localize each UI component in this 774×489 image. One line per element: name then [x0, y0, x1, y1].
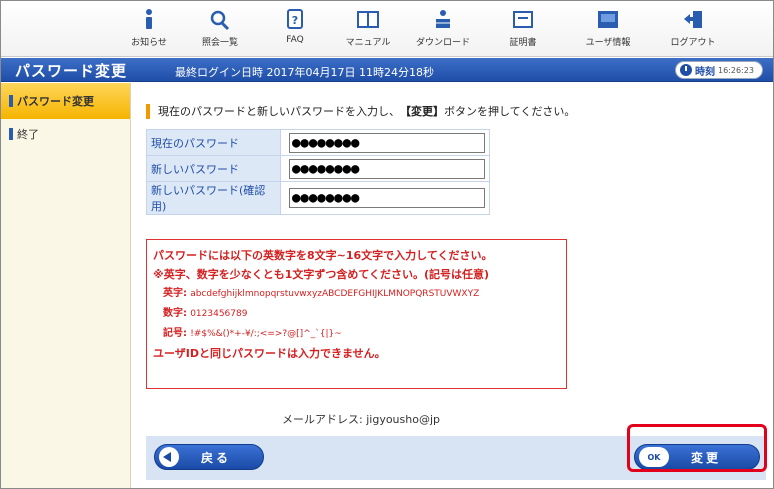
rule-alpha: 英字: abcdefghijklmnopqrstuvwxyzABCDEFGHIJ…: [163, 288, 480, 299]
toolbar-certificate-label: 証明書: [509, 38, 537, 48]
instruction-text: 現在のパスワードと新しいパスワードを入力し、 【変更】 ボタンを押してください。: [146, 103, 726, 119]
toolbar-user-info-button[interactable]: ユーザ情報: [576, 5, 640, 53]
clock-badge: 時刻 16:26:23: [675, 61, 763, 79]
current-password-input[interactable]: ●●●●●●●●: [289, 132, 485, 153]
sidebar-item-label: パスワード変更: [17, 95, 94, 108]
toolbar-manual-button[interactable]: マニュアル: [336, 5, 400, 53]
password-rules-box: パスワードには以下の英数字を8文字~16文字で入力してください。 ※英字、数字を…: [146, 239, 567, 389]
bullet-icon: [9, 95, 13, 107]
clock-label: 時刻: [695, 66, 715, 78]
main-content: 現在のパスワードと新しいパスワードを入力し、 【変更】 ボタンを押してください。…: [132, 83, 773, 488]
info-icon: [146, 9, 152, 29]
form-row-current: 現在のパスワード ●●●●●●●●: [146, 129, 490, 156]
page-title: パスワード変更: [15, 62, 128, 80]
back-arrow-icon: [159, 447, 179, 467]
email-label: メールアドレス:: [282, 413, 363, 426]
user-info-icon: [598, 11, 618, 28]
back-button[interactable]: 戻る: [154, 444, 264, 470]
download-icon: [436, 10, 450, 28]
rule-no-userid: ユーザIDと同じパスワードは入力できません。: [153, 347, 386, 360]
instruction-pre: 現在のパスワードと新しいパスワードを入力し、: [158, 105, 400, 118]
form-row-confirm: 新しいパスワード(確認用) ●●●●●●●●: [146, 181, 490, 215]
clock-time: 16:26:23: [718, 65, 754, 75]
change-icon: OK: [639, 447, 669, 467]
toolbar-certificate-button[interactable]: 証明書: [491, 5, 555, 53]
toolbar-manual-label: マニュアル: [345, 38, 391, 48]
instruction-key: 【変更】: [400, 105, 444, 118]
rule-length: パスワードには以下の英数字を8文字~16文字で入力してください。: [153, 249, 493, 262]
toolbar-notice-button[interactable]: お知らせ: [117, 5, 181, 53]
toolbar-logout-label: ログアウト: [670, 38, 716, 48]
sidebar-item-password-change[interactable]: パスワード変更: [1, 83, 130, 119]
instruction-marker: [146, 103, 150, 119]
faq-icon: ?: [287, 9, 303, 29]
last-login-text: 最終ログイン日時 2017年04月17日 11時24分18秒: [175, 66, 434, 79]
toolbar-faq-button[interactable]: ? FAQ: [263, 5, 327, 53]
rule-symbol: 記号: !#$%&()*+-¥/:;<=>?@[]^_`{|}~: [163, 328, 342, 339]
svg-text:?: ?: [292, 14, 298, 27]
title-bar: パスワード変更 最終ログイン日時 2017年04月17日 11時24分18秒 時…: [1, 58, 773, 82]
change-button[interactable]: OK 変更: [634, 444, 760, 470]
confirm-password-label: 新しいパスワード(確認用): [146, 181, 281, 215]
toolbar-download-button[interactable]: ダウンロード: [411, 5, 475, 53]
current-password-label: 現在のパスワード: [146, 129, 281, 156]
sidebar-item-exit[interactable]: 終了: [1, 121, 130, 147]
instruction-post: ボタンを押してください。: [444, 105, 576, 118]
toolbar-logout-button[interactable]: ログアウト: [661, 5, 725, 53]
app-window: お知らせ 照会一覧 ? FAQ マニュアル ダウンロード 証明書 ユーザ情報 ロ…: [0, 0, 774, 489]
confirm-password-input[interactable]: ●●●●●●●●: [289, 188, 485, 208]
rule-composition: ※英字、数字を少なくとも1文字ずつ含めてください。(記号は任意): [153, 268, 490, 281]
change-button-label: 変更: [691, 450, 722, 465]
book-icon: [357, 11, 379, 28]
new-password-label: 新しいパスワード: [146, 155, 281, 182]
bullet-icon: [9, 128, 13, 140]
toolbar-notice-label: お知らせ: [131, 38, 167, 48]
clock-icon: [680, 64, 692, 76]
sidebar: パスワード変更 終了: [1, 83, 131, 488]
email-display: メールアドレス: jigyousho@jp: [282, 411, 440, 427]
toolbar-inquiry-list-button[interactable]: 照会一覧: [188, 5, 252, 53]
password-form: 現在のパスワード ●●●●●●●● 新しいパスワード ●●●●●●●● 新しいパ…: [146, 129, 490, 215]
toolbar-faq-label: FAQ: [286, 35, 304, 45]
new-password-input[interactable]: ●●●●●●●●: [289, 158, 485, 179]
logout-icon: [684, 11, 702, 28]
top-toolbar: お知らせ 照会一覧 ? FAQ マニュアル ダウンロード 証明書 ユーザ情報 ロ…: [1, 1, 773, 57]
toolbar-user-info-label: ユーザ情報: [585, 38, 631, 48]
rule-numeric: 数字: 0123456789: [163, 308, 248, 319]
form-row-new: 新しいパスワード ●●●●●●●●: [146, 155, 490, 182]
action-bar: 戻る OK 変更: [146, 436, 766, 480]
search-icon: [210, 10, 230, 31]
toolbar-download-label: ダウンロード: [415, 38, 470, 48]
email-value: jigyousho@jp: [366, 413, 440, 426]
certificate-icon: [513, 11, 533, 28]
sidebar-item-label: 終了: [17, 128, 39, 141]
back-button-label: 戻る: [201, 450, 232, 465]
toolbar-inquiry-list-label: 照会一覧: [201, 38, 238, 48]
